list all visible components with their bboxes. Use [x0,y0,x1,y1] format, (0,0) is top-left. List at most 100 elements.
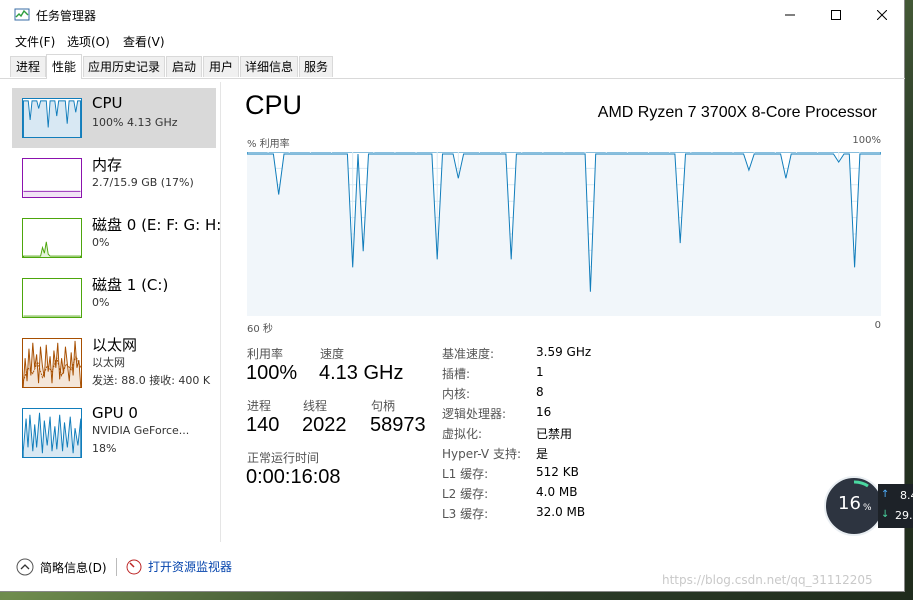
processes-value: 140 [246,414,280,436]
open-resource-monitor-link[interactable]: 打开资源监视器 [126,558,232,575]
upload-arrow-icon: ↑ [881,489,890,500]
cpu-model-name: AMD Ryzen 7 3700X 8-Core Processor [597,104,877,121]
widget-percent: 16 [838,493,861,514]
info-label: 基准速度: [442,347,495,361]
utilization-label: 利用率 [247,347,284,361]
cpu-mini-graph [22,98,82,138]
disk0-mini-graph [22,218,82,258]
threads-value: 2022 [302,414,347,436]
title-bar[interactable]: 任务管理器 [0,0,905,30]
tab-bar: 进程 性能 应用历史记录 启动 用户 详细信息 服务 [0,54,905,79]
sidebar-disk0-title: 磁盘 0 (E: F: G: H: [92,216,222,234]
performance-sidebar: CPU 100% 4.13 GHz 内存 2.7/15.9 GB (17%) 磁… [0,82,221,542]
sidebar-cpu-title: CPU [92,94,123,112]
sidebar-gpu-usage: 18% [92,442,117,455]
page-title: CPU [245,90,303,120]
resource-monitor-icon [126,559,142,574]
info-label: 虚拟化: [442,427,483,441]
graph-y-max-label: 100% [852,135,881,146]
chevron-up-icon [16,558,34,576]
processes-label: 进程 [247,399,272,413]
sidebar-cpu-usage: 100% 4.13 GHz [92,116,178,129]
minimize-icon [785,14,795,16]
window-title: 任务管理器 [36,9,97,23]
sidebar-item-memory[interactable]: 内存 2.7/15.9 GB (17%) [12,148,216,208]
minimize-button[interactable] [767,0,813,30]
sidebar-memory-title: 内存 [92,156,123,174]
info-label: Hyper-V 支持: [442,447,521,461]
info-label: 内核: [442,387,471,401]
tab-performance[interactable]: 性能 [46,54,82,79]
footer-divider [116,558,117,576]
close-icon [877,10,887,20]
sidebar-ethernet-adapter: 以太网 [92,356,125,369]
maximize-button[interactable] [813,0,859,30]
open-resource-monitor-label: 打开资源监视器 [148,560,233,574]
sidebar-item-disk0[interactable]: 磁盘 0 (E: F: G: H: 0% [12,208,221,268]
fewer-details-label: 简略信息(D) [40,560,107,575]
menu-view[interactable]: 查看(V) [123,33,165,50]
menu-bar: 文件(F) 选项(O) 查看(V) [0,30,905,50]
uptime-value: 0:00:16:08 [246,466,341,488]
sidebar-item-disk1[interactable]: 磁盘 1 (C:) 0% [12,268,216,328]
download-arrow-icon: ↓ [881,509,890,520]
sidebar-ethernet-title: 以太网 [92,336,138,354]
tab-details[interactable]: 详细信息 [240,56,298,77]
info-value: 16 [536,405,552,419]
info-value: 4.0 MB [536,485,578,499]
download-speed: 29.9 [895,509,913,522]
tab-startup[interactable]: 启动 [166,56,202,77]
sidebar-gpu-title: GPU 0 [92,404,138,422]
memory-mini-graph [22,158,82,198]
menu-file[interactable]: 文件(F) [15,33,55,50]
task-manager-window: 任务管理器 文件(F) 选项(O) 查看(V) 进程 性能 应用历史记录 启动 … [0,0,905,592]
sidebar-gpu-name: NVIDIA GeForce... [92,424,190,437]
close-button[interactable] [859,0,905,30]
tab-services[interactable]: 服务 [299,56,333,77]
info-label: L3 缓存: [442,507,489,521]
cpu-utilization-graph [247,152,881,316]
speed-value: 4.13 GHz [319,362,404,384]
maximize-icon [831,10,841,20]
info-value: 已禁用 [536,427,573,441]
sidebar-disk1-title: 磁盘 1 (C:) [92,276,169,294]
tab-processes[interactable]: 进程 [10,56,46,77]
network-speed-panel: ↑ 8.4 ↓ 29.9 [878,484,913,528]
sidebar-item-ethernet[interactable]: 以太网 以太网 发送: 88.0 接收: 400 K [12,328,216,398]
info-value: 是 [536,447,549,461]
info-value: 8 [536,385,544,399]
graph-y-label: % 利用率 [247,139,290,150]
info-label: L2 缓存: [442,487,489,501]
upload-speed: 8.4 [900,489,913,502]
tab-app-history[interactable]: 应用历史记录 [83,56,165,77]
sidebar-memory-usage: 2.7/15.9 GB (17%) [92,176,194,189]
info-value: 1 [536,365,544,379]
utilization-value: 100% [246,362,298,384]
fewer-details-button[interactable]: 简略信息(D) [16,558,107,576]
speed-widget[interactable]: 16 % [824,476,884,536]
disk1-mini-graph [22,278,82,318]
task-manager-icon [14,8,30,21]
info-value: 32.0 MB [536,505,586,519]
handles-value: 58973 [370,414,426,436]
tab-users[interactable]: 用户 [203,56,239,77]
threads-label: 线程 [303,399,328,413]
info-label: L1 缓存: [442,467,489,481]
uptime-label: 正常运行时间 [247,451,320,465]
handles-label: 句柄 [371,399,396,413]
gpu-mini-graph [22,408,82,458]
sidebar-disk1-usage: 0% [92,296,110,309]
graph-x-left-label: 60 秒 [247,324,273,335]
cpu-detail-panel: CPU AMD Ryzen 7 3700X 8-Core Processor %… [221,82,905,542]
sidebar-item-gpu[interactable]: GPU 0 NVIDIA GeForce... 18% [12,398,216,468]
info-value: 512 KB [536,465,579,479]
sidebar-ethernet-throughput: 发送: 88.0 接收: 400 K [92,374,211,387]
speed-label: 速度 [320,347,345,361]
graph-x-right-label: 0 [874,320,881,331]
info-label: 逻辑处理器: [442,407,507,421]
sidebar-item-cpu[interactable]: CPU 100% 4.13 GHz [12,88,216,148]
sidebar-disk0-usage: 0% [92,236,110,249]
info-label: 插槽: [442,367,471,381]
ethernet-mini-graph [22,338,82,388]
menu-options[interactable]: 选项(O) [67,33,110,50]
